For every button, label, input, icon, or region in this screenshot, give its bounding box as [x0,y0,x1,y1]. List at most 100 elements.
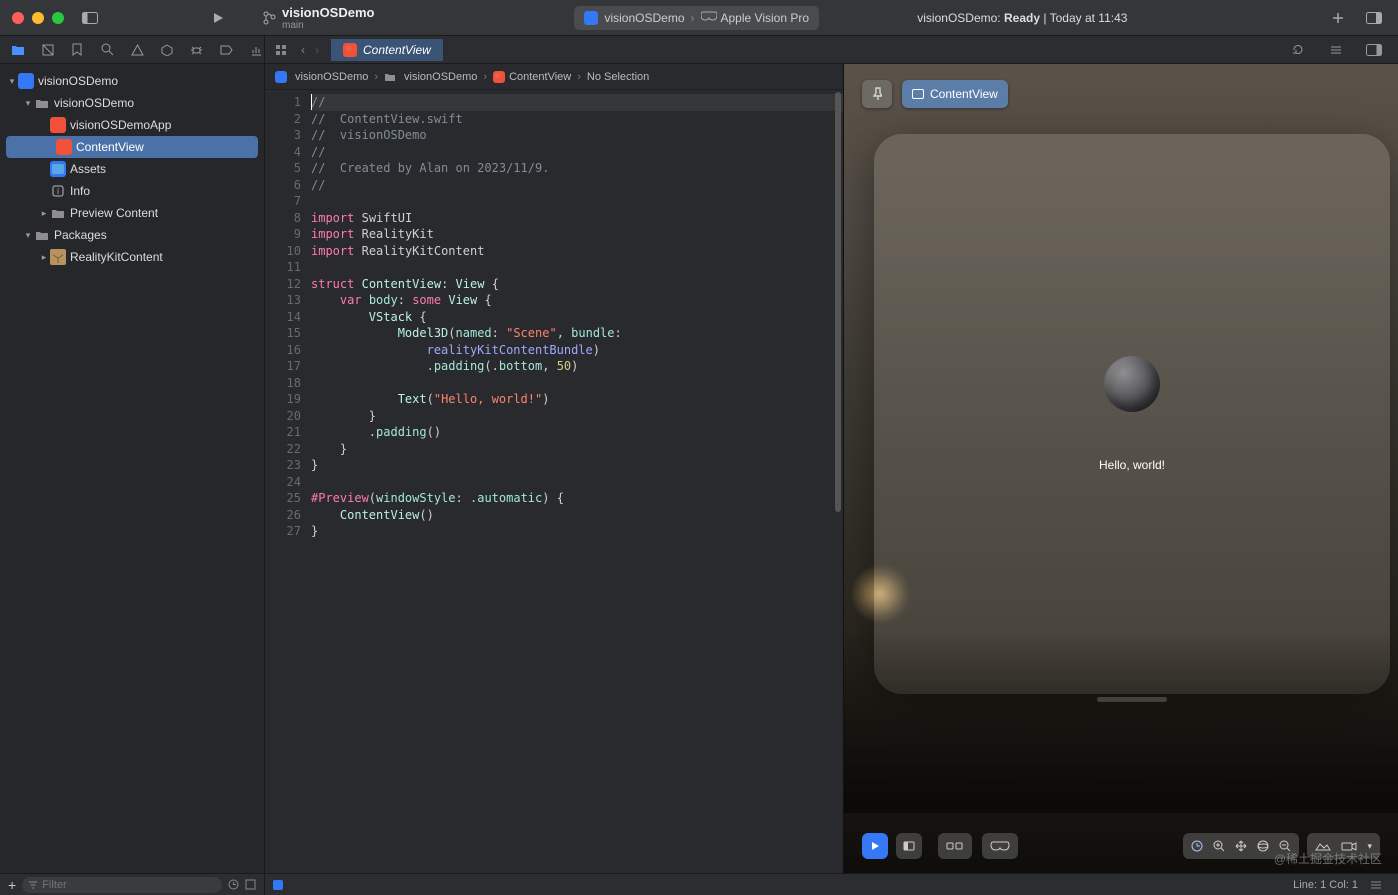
swift-file-icon [50,117,66,133]
code-text[interactable]: //// ContentView.swift// visionOSDemo///… [311,90,843,873]
minimize-window-button[interactable] [32,12,44,24]
adjust-editor-icon[interactable] [1322,36,1350,64]
project-icon [18,73,34,89]
crumb-project[interactable]: visionOSDemo [275,71,368,83]
source-control-navigator-icon[interactable] [40,42,56,58]
preview-canvas[interactable]: ContentView Hello, world! [843,64,1398,873]
disclosure-icon[interactable]: ▾ [22,98,34,109]
room-foreground [844,633,1398,813]
tree-group[interactable]: ▾ visionOSDemo [0,92,264,114]
filter-input[interactable] [42,879,216,891]
pin-preview-button[interactable] [862,80,892,108]
tree-label: Assets [70,162,106,176]
preview-selector-pill[interactable]: ContentView [902,80,1008,108]
scheme-pill[interactable]: visionOSDemo › Apple Vision Pro [574,6,819,30]
selectable-preview-button[interactable] [896,833,922,859]
tree-label: visionOSDemoApp [70,118,171,132]
device-icon [701,11,715,25]
editor-pane: visionOSDemo › visionOSDemo › ContentVie… [265,64,843,873]
scheme-selector[interactable]: visionOSDemo main [262,5,374,31]
bookmark-navigator-icon[interactable] [70,42,86,58]
tree-preview-content[interactable]: ▸ Preview Content [0,202,264,224]
tree-file-contentview[interactable]: ContentView [6,136,258,158]
line-number-gutter[interactable]: 1234567891011121314151617181920212223242… [265,90,311,873]
swift-file-icon [493,71,505,83]
tree-label: visionOSDemo [54,96,134,110]
project-navigator[interactable]: ▾ visionOSDemo ▾ visionOSDemo visionOSDe… [0,64,265,873]
vertical-scrollbar[interactable] [833,90,843,873]
pan-icon[interactable] [1235,840,1247,852]
assets-icon [50,161,66,177]
crumb-selection[interactable]: No Selection [587,71,649,83]
filter-icon [28,880,38,890]
add-target-button[interactable]: + [8,877,16,893]
maximize-window-button[interactable] [52,12,64,24]
nav-back-button[interactable]: ‹ [297,41,309,59]
crumb-group[interactable]: visionOSDemo [384,71,477,83]
debug-navigator-icon[interactable] [189,42,205,58]
library-button[interactable] [1360,4,1388,32]
disclosure-icon[interactable]: ▸ [38,208,50,219]
status-indicator [273,880,283,890]
project-navigator-icon[interactable] [10,42,26,58]
swift-file-icon [56,139,72,155]
disclosure-icon[interactable]: ▾ [6,76,18,87]
tree-info[interactable]: i Info [0,180,264,202]
tree-root-project[interactable]: ▾ visionOSDemo [0,70,264,92]
close-window-button[interactable] [12,12,24,24]
bottom-bar: + Line: 1 Col: 1 [0,873,1398,895]
outline-toggle-icon[interactable] [1370,880,1390,890]
variants-button[interactable] [938,833,972,859]
crumb-file[interactable]: ContentView [493,71,571,83]
jump-bar[interactable]: visionOSDemo › visionOSDemo › ContentVie… [265,64,843,90]
zoom-in-icon[interactable] [1213,840,1225,852]
recent-files-icon[interactable] [228,879,239,890]
nav-forward-button[interactable]: › [311,41,323,59]
chevron-right-icon: › [577,71,581,83]
issue-navigator-icon[interactable] [129,42,145,58]
toggle-right-sidebar-icon[interactable] [1360,36,1388,64]
run-button[interactable] [204,4,232,32]
test-navigator-icon[interactable] [159,42,175,58]
tree-label: Info [70,184,90,198]
report-navigator-icon[interactable] [248,42,264,58]
toggle-left-sidebar-button[interactable] [76,4,104,32]
tab-title: ContentView [363,43,431,57]
titlebar: visionOSDemo main visionOSDemo › Apple V… [0,0,1398,36]
source-code-editor[interactable]: 1234567891011121314151617181920212223242… [265,90,843,873]
tree-label: Preview Content [70,206,158,220]
window-controls [0,12,76,24]
app-icon [584,11,598,25]
scrollbar-thumb[interactable] [835,92,841,512]
filter-field[interactable] [22,877,222,893]
editor-status-bar: Line: 1 Col: 1 [265,879,1398,891]
device-settings-button[interactable] [982,833,1018,859]
related-items-button[interactable] [271,36,293,64]
home-icon[interactable] [1191,840,1203,852]
svg-text:i: i [57,187,59,196]
tree-file-app[interactable]: visionOSDemoApp [0,114,264,136]
scm-filter-icon[interactable] [245,879,256,890]
refresh-preview-icon[interactable] [1284,36,1312,64]
swift-file-icon [343,43,357,57]
editor-tab[interactable]: ContentView [331,39,443,61]
breakpoint-navigator-icon[interactable] [218,42,234,58]
disclosure-icon[interactable]: ▾ [22,230,34,241]
vision-window[interactable]: Hello, world! [874,134,1390,694]
window-icon [912,89,924,99]
add-button[interactable] [1324,4,1352,32]
tree-package-realitykit[interactable]: ▸ RealityKitContent [0,246,264,268]
model3d-sphere [1104,356,1160,412]
find-navigator-icon[interactable] [99,42,115,58]
navigator-toolbar: ‹ › ContentView [0,36,1398,64]
tree-assets[interactable]: Assets [0,158,264,180]
project-name: visionOSDemo [282,5,374,20]
tree-packages[interactable]: ▾ Packages [0,224,264,246]
orbit-icon[interactable] [1257,840,1269,852]
activity-status: visionOSDemo: Ready | Today at 11:43 [917,11,1127,25]
folder-icon [50,205,66,221]
tree-label: visionOSDemo [38,74,118,88]
disclosure-icon[interactable]: ▸ [38,252,50,263]
pin-icon [872,87,882,101]
live-preview-play-button[interactable] [862,833,888,859]
